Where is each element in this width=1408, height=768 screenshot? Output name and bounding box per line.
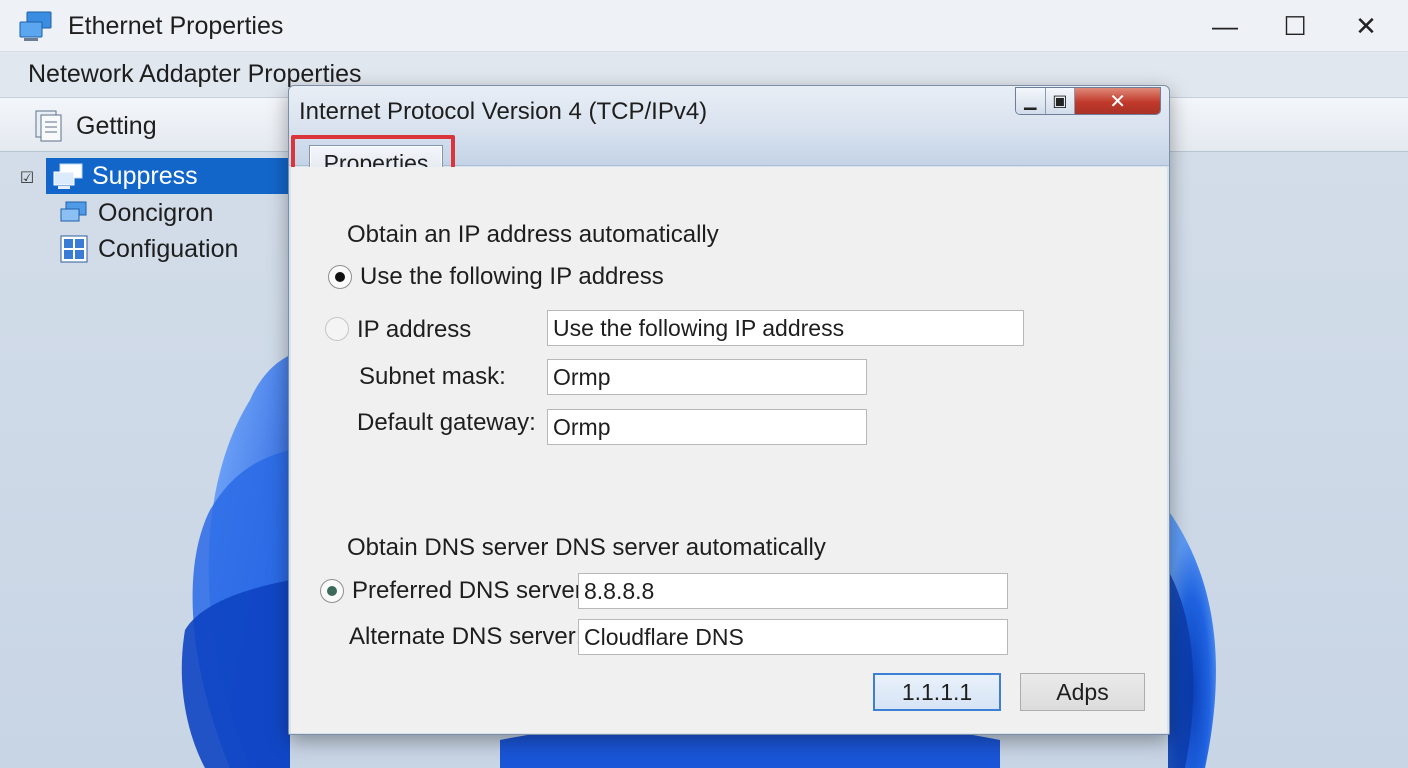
- close-button[interactable]: ✕: [1331, 6, 1401, 46]
- dialog-close-button[interactable]: ✕: [1075, 88, 1160, 114]
- apply-button[interactable]: Adps: [1020, 673, 1145, 711]
- subnet-mask-label: Subnet mask:: [359, 363, 506, 390]
- alternate-dns-field[interactable]: Cloudflare DNS: [578, 619, 1008, 655]
- minimize-icon: —: [1212, 10, 1238, 41]
- maximize-icon: ☐: [1283, 10, 1307, 41]
- document-icon: [35, 110, 62, 142]
- dialog-titlebar: Internet Protocol Version 4 (TCP/IPv4) ▁…: [289, 86, 1169, 136]
- network-icon: [53, 163, 83, 189]
- default-gateway-field[interactable]: Ormp: [547, 409, 867, 445]
- preferred-dns-field[interactable]: 8.8.8.8: [578, 573, 1008, 609]
- preferred-dns-radio[interactable]: [320, 579, 344, 603]
- tree-item-label: Suppress: [92, 161, 198, 190]
- dialog-maximize-button[interactable]: ▣: [1045, 88, 1076, 114]
- network-icon: [60, 201, 87, 222]
- preferred-dns-label: Preferred DNS server:: [352, 577, 590, 604]
- subnet-mask-field[interactable]: Ormp: [547, 359, 867, 395]
- grid-icon: [60, 235, 88, 263]
- window-title: Ethernet Properties: [68, 12, 284, 40]
- tree-item-label: Configuation: [98, 234, 239, 263]
- ip-address-field[interactable]: Use the following IP address: [547, 310, 1024, 346]
- ipv4-properties-dialog: Internet Protocol Version 4 (TCP/IPv4) ▁…: [288, 85, 1170, 735]
- tree-item-configuation[interactable]: Configuation: [52, 231, 238, 267]
- dialog-body: Obtain an IP address automatically Use t…: [291, 167, 1167, 733]
- ip-address-radio[interactable]: [325, 317, 349, 341]
- use-following-ip-radio[interactable]: [328, 265, 352, 289]
- maximize-button[interactable]: ☐: [1260, 6, 1330, 46]
- maximize-icon: ▣: [1052, 93, 1068, 110]
- getting-label: Getting: [76, 111, 157, 140]
- minimize-icon: ▁: [1024, 93, 1037, 110]
- tree-item-suppress[interactable]: Suppress: [46, 158, 290, 194]
- ip-address-label: IP address: [357, 316, 472, 343]
- ok-button[interactable]: 1.1.1.1: [873, 673, 1001, 711]
- obtain-ip-auto-label: Obtain an IP address automatically: [347, 221, 719, 248]
- tree-item-label: Ooncigron: [98, 198, 214, 227]
- minimize-button[interactable]: —: [1190, 6, 1260, 46]
- window-titlebar: Ethernet Properties — ☐ ✕: [0, 0, 1408, 52]
- dialog-title: Internet Protocol Version 4 (TCP/IPv4): [299, 98, 708, 125]
- dialog-minimize-button[interactable]: ▁: [1016, 88, 1046, 114]
- close-icon: ✕: [1109, 90, 1126, 113]
- collapse-icon[interactable]: ☑: [18, 170, 36, 188]
- dialog-window-controls: ▁ ▣ ✕: [1015, 87, 1161, 115]
- alternate-dns-label: Alternate DNS server:: [349, 623, 583, 650]
- close-icon: ✕: [1355, 10, 1377, 41]
- use-following-ip-label: Use the following IP address: [360, 263, 664, 290]
- tree-item-ooncigron[interactable]: Ooncigron: [52, 195, 213, 231]
- network-adapter-icon: [18, 10, 54, 42]
- obtain-dns-auto-label: Obtain DNS server DNS server automatical…: [347, 534, 826, 561]
- getting-button[interactable]: Getting: [32, 106, 232, 146]
- default-gateway-label: Default gateway:: [357, 409, 536, 436]
